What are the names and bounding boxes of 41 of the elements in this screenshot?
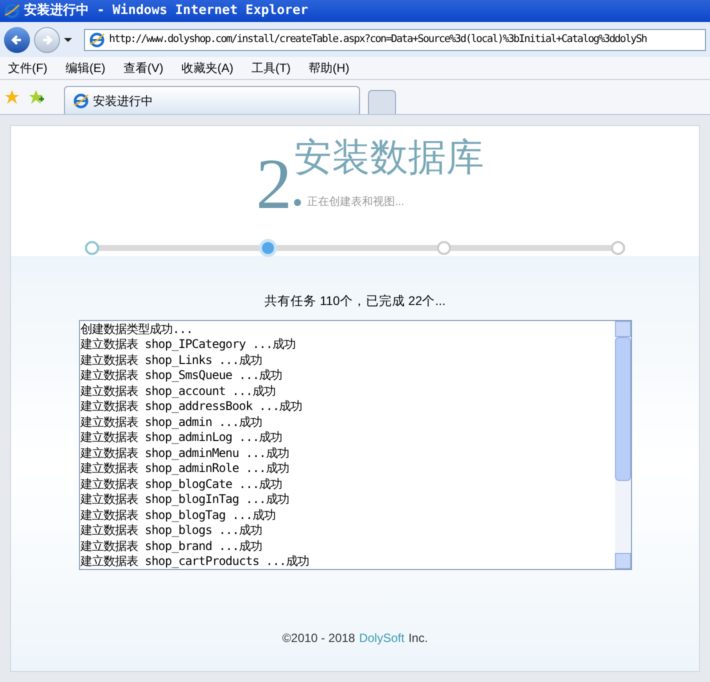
log-line: 建立数据表 shop_adminLog ...成功 xyxy=(80,430,284,446)
url-text: http://www.dolyshop.com/install/createTable.aspx?con=Data+Source%3d(local)%3bInitial+Catalog%3ddolySh xyxy=(109,32,646,47)
step-number: 2 xyxy=(256,152,292,216)
globe-e-icon xyxy=(4,3,20,19)
menu-item[interactable]: 查看(V) xyxy=(123,59,164,77)
log-line: 建立数据表 shop_Links ...成功 xyxy=(80,352,263,368)
log-line: 建立数据表 shop_blogTag ...成功 xyxy=(80,508,276,524)
log-line: 建立数据表 shop_IPCategory ...成功 xyxy=(80,337,296,353)
new-tab-button[interactable] xyxy=(368,90,396,114)
log-line: 建立数据表 shop_adminMenu ...成功 xyxy=(80,446,290,462)
log-line: 建立数据表 shop_account ...成功 xyxy=(80,384,276,400)
log-line: 建立数据表 shop_SmsQueue ...成功 xyxy=(80,368,284,384)
address-field[interactable]: http://www.dolyshop.com/install/createTable.aspx?con=Data+Source%3d(local)%3bInitial+Catalog%3ddolySh xyxy=(84,28,706,50)
menu-item[interactable]: 帮助(H) xyxy=(308,59,350,77)
globe-e-icon xyxy=(73,92,89,108)
progress-text: 共有任务 110个，已完成 22个... xyxy=(264,293,446,310)
log-line: 创建数据类型成功... xyxy=(80,322,194,338)
menu-item[interactable]: 文件(F) xyxy=(8,59,48,77)
menu-item[interactable]: 收藏夹(A) xyxy=(181,59,234,77)
window-title: 安装进行中 - Windows Internet Explorer xyxy=(24,2,308,20)
log-line: 建立数据表 shop_blogInTag ...成功 xyxy=(80,492,290,508)
menu-item[interactable]: 编辑(E) xyxy=(65,59,106,77)
log-line: 建立数据表 shop_cartProducts ...成功 xyxy=(80,554,310,569)
menu-item[interactable]: 工具(T) xyxy=(251,59,291,77)
dropdown-caret-icon[interactable] xyxy=(64,36,72,44)
log-line: 建立数据表 shop_addressBook ...成功 xyxy=(80,399,304,415)
scrollbar[interactable] xyxy=(614,320,630,569)
page-subheading: 正在创建表和视图... xyxy=(307,195,404,210)
back-button[interactable] xyxy=(4,26,30,52)
copyright-text: ©2010 - 2018 xyxy=(282,630,356,647)
log-line: 建立数据表 shop_brand ...成功 xyxy=(80,538,263,554)
log-line: 建立数据表 shop_blogCate ...成功 xyxy=(80,476,284,492)
log-line: 建立数据表 shop_blogs ...成功 xyxy=(80,523,263,539)
page-heading: 安装数据库 xyxy=(294,134,484,180)
add-star-icon[interactable] xyxy=(28,89,44,105)
globe-e-icon xyxy=(89,32,105,48)
star-icon[interactable] xyxy=(4,89,20,105)
company-suffix: Inc. xyxy=(408,630,428,647)
log-line: 建立数据表 shop_admin ...成功 xyxy=(80,414,263,430)
browser-tab[interactable]: 安装进行中 xyxy=(64,86,360,114)
log-line: 建立数据表 shop_adminRole ...成功 xyxy=(80,461,290,477)
